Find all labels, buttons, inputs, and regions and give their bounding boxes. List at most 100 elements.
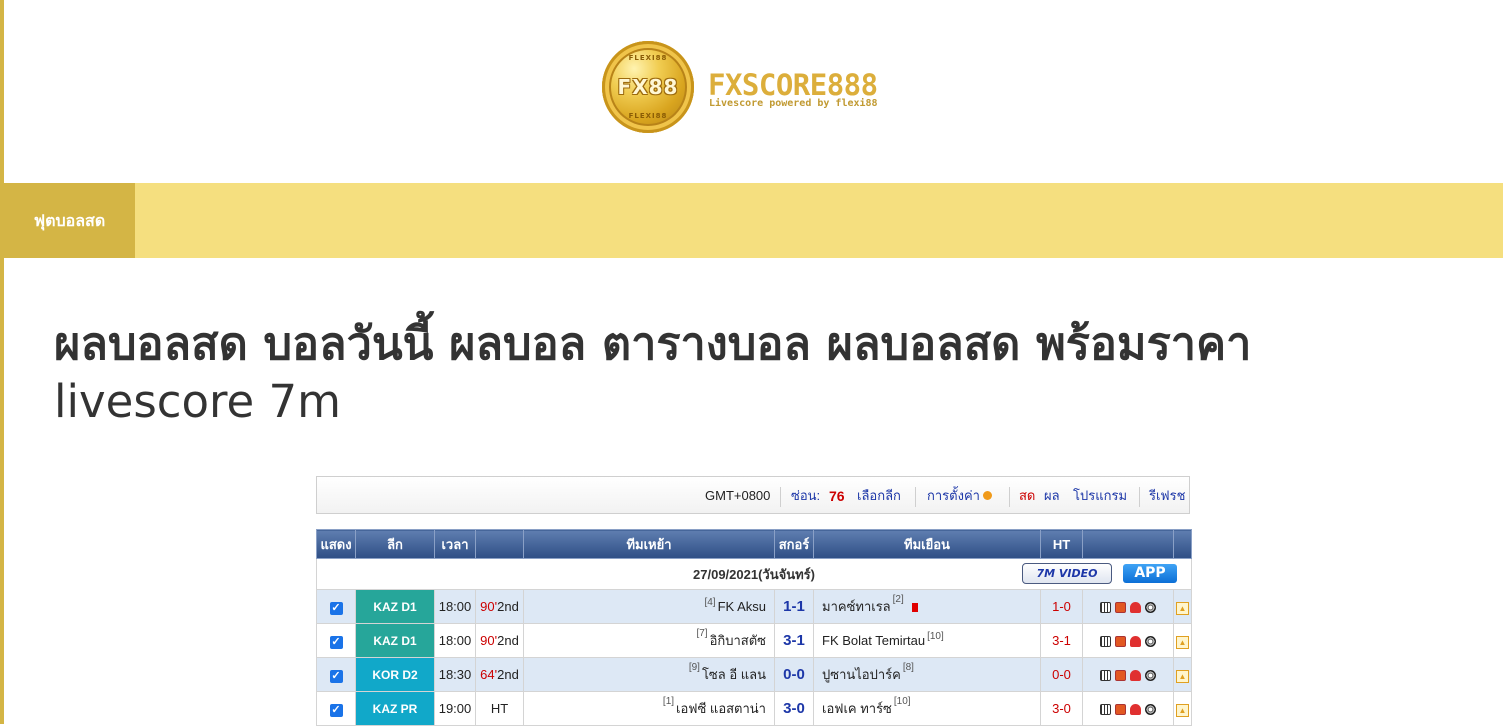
brand-name: FXSCORE888 [708,68,878,102]
match-score[interactable]: 1-1 [774,589,814,624]
stats-icon[interactable] [1100,670,1111,682]
live-link[interactable]: สด [1019,477,1035,515]
league-badge[interactable]: KAZ D1 [355,589,435,624]
col-header-ht: HT [1040,529,1083,559]
page-title: ผลบอลสด บอลวันนี้ ผลบอล ตารางบอล ผลบอลสด… [54,315,1474,431]
expand-arrow-icon[interactable]: ▲ [1176,635,1189,649]
league-badge[interactable]: KOR D2 [355,657,435,692]
page-left-border [0,0,4,724]
hide-label: ซ่อน: [791,488,821,503]
match-score[interactable]: 0-0 [774,657,814,692]
home-rank: [4] [704,597,716,608]
page-title-thai: ผลบอลสด บอลวันนี้ ผลบอล ตารางบอล ผลบอลสด… [54,317,1252,370]
match-period: 2nd [497,667,519,682]
match-period: HT [490,701,509,716]
expand-cell: ▲ [1173,657,1192,692]
home-team-name: อิกิบาสตัซ [709,633,766,648]
home-rank: [9] [688,662,700,673]
row-tools [1082,623,1174,658]
player-icon[interactable] [1130,704,1141,716]
match-score[interactable]: 3-1 [774,623,814,658]
away-team-name: FK Bolat Temirtau [822,633,926,648]
stats-icon[interactable] [1100,602,1111,614]
expand-arrow-icon[interactable]: ▲ [1176,669,1189,683]
nav-item-live-football[interactable]: ฟุตบอลสด [4,183,135,258]
home-team[interactable]: [7] อิกิบาสตัซ [523,623,775,658]
halftime-score: 3-0 [1040,691,1083,726]
league-badge[interactable]: KAZ D1 [355,623,435,658]
row-checkbox-cell: ✓ [316,623,356,658]
table-header-row: แสดง ลีก เวลา ทีมเหย้า สกอร์ ทีมเยือน HT [316,529,1192,559]
program-link[interactable]: โปรแกรม [1073,477,1127,515]
7m-video-button[interactable]: 7M VIDEO [1022,563,1112,584]
home-team[interactable]: [1] เอฟซี แอสตาน่า [523,691,775,726]
dropdown-arrow-icon [982,491,992,501]
player-icon[interactable] [1130,602,1141,614]
trend-icon[interactable] [1115,636,1126,648]
row-checkbox[interactable]: ✓ [329,635,343,649]
kickoff-time: 18:30 [434,657,476,692]
league-badge[interactable]: KAZ PR [355,691,435,726]
match-minute: 90' [480,633,498,648]
expand-arrow-icon[interactable]: ▲ [1176,703,1189,717]
main-nav: ฟุตบอลสด [4,183,1503,258]
match-score[interactable]: 3-0 [774,691,814,726]
ball-icon[interactable] [1145,636,1156,648]
app-button[interactable]: APP [1123,564,1177,583]
row-checkbox[interactable]: ✓ [329,703,343,717]
expand-cell: ▲ [1173,589,1192,624]
player-icon[interactable] [1130,636,1141,648]
choose-league-link[interactable]: เลือกลีก [857,477,901,515]
settings-link[interactable]: การตั้งค่า [927,477,992,515]
expand-arrow-icon[interactable]: ▲ [1176,601,1189,615]
hide-count[interactable]: 76 [829,477,845,515]
row-checkbox[interactable]: ✓ [329,669,343,683]
home-team[interactable]: [4] FK Aksu [523,589,775,624]
toolbar-divider [915,487,916,507]
match-date: 27/09/2021(วันจันทร์) [693,566,815,582]
results-link[interactable]: ผล [1044,477,1060,515]
row-checkbox[interactable]: ✓ [329,601,343,615]
expand-cell: ▲ [1173,623,1192,658]
trend-icon[interactable] [1115,704,1126,716]
match-period: 2nd [497,633,519,648]
match-status: 90'2nd [475,623,524,658]
table-row: ✓ KAZ PR 19:00 HT [1] เอฟซี แอสตาน่า 3-0 … [316,691,1192,726]
ball-icon[interactable] [1145,670,1156,682]
away-team[interactable]: FK Bolat Temirtau [10] [813,623,1041,658]
refresh-link[interactable]: รีเฟรช [1149,477,1185,515]
ball-icon[interactable] [1145,704,1156,716]
away-rank: [2] [892,594,904,605]
match-period: 2nd [497,599,519,614]
home-team[interactable]: [9] โซล อี แลน [523,657,775,692]
stats-icon[interactable] [1100,704,1111,716]
row-tools [1082,589,1174,624]
ball-icon[interactable] [1145,602,1156,614]
stats-icon[interactable] [1100,636,1111,648]
away-team[interactable]: ปูซานไอปาร์ค [8] [813,657,1041,692]
away-team[interactable]: มาคซ์ทาเรล [2] [813,589,1041,624]
timezone-label[interactable]: GMT+0800 [705,477,770,515]
match-minute: 90' [480,599,498,614]
away-rank: [8] [902,662,914,673]
away-team-name: เอฟเค ทาร์ซ [822,701,892,716]
col-header-score: สกอร์ [774,529,814,559]
away-team[interactable]: เอฟเค ทาร์ซ [10] [813,691,1041,726]
halftime-score: 0-0 [1040,657,1083,692]
trend-icon[interactable] [1115,602,1126,614]
trend-icon[interactable] [1115,670,1126,682]
halftime-score: 1-0 [1040,589,1083,624]
red-card-icon [911,603,918,613]
home-rank: [7] [696,628,708,639]
row-checkbox-cell: ✓ [316,657,356,692]
row-checkbox-cell: ✓ [316,589,356,624]
col-header-expand [1173,529,1192,559]
livescore-toolbar: GMT+0800 ซ่อน: 76 เลือกลีก การตั้งค่า สด… [316,476,1190,514]
home-rank: [1] [662,696,675,707]
match-minute: 64' [480,667,498,682]
site-logo[interactable]: FLEXI88 FX88 FLEXI88 FXSCORE888 Livescor… [602,40,902,135]
col-header-extra [1082,529,1174,559]
player-icon[interactable] [1130,670,1141,682]
toolbar-divider [780,487,781,507]
row-tools [1082,657,1174,692]
